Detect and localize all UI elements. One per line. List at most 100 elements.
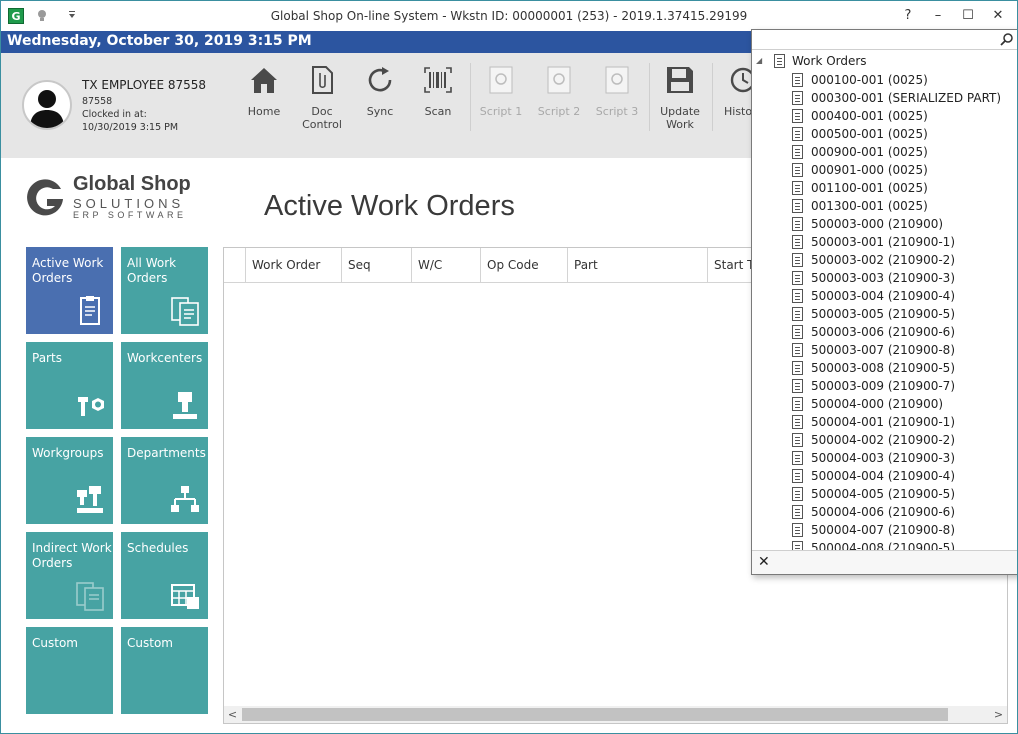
update-work-label: Update Work bbox=[660, 105, 700, 131]
tile-all-work-orders[interactable]: All Work Orders bbox=[121, 247, 208, 334]
tile-label: Custom bbox=[32, 636, 78, 650]
column-header-wc[interactable]: W/C bbox=[412, 248, 481, 283]
sync-icon bbox=[368, 67, 392, 92]
tree-item-label: 500004-003 (210900-3) bbox=[811, 451, 955, 465]
tile-custom-1[interactable]: Custom bbox=[26, 627, 113, 714]
tree-item-work-order[interactable]: 500004-000 (210900) bbox=[790, 395, 1017, 413]
tree-item-work-order[interactable]: 500003-008 (210900-5) bbox=[790, 359, 1017, 377]
tree-item-work-order[interactable]: 500004-006 (210900-6) bbox=[790, 503, 1017, 521]
row-selector-header bbox=[224, 248, 246, 283]
tree-item-work-order[interactable]: 500003-001 (210900-1) bbox=[790, 233, 1017, 251]
tree-item-label: 500003-007 (210900-8) bbox=[811, 343, 955, 357]
tree-item-label: 000400-001 (0025) bbox=[811, 109, 928, 123]
lookup-search-input[interactable] bbox=[754, 31, 994, 48]
tree-item-work-order[interactable]: 000500-001 (0025) bbox=[790, 125, 1017, 143]
script-1-button[interactable]: Script 1 bbox=[472, 63, 530, 153]
tree-item-work-order[interactable]: 500003-009 (210900-7) bbox=[790, 377, 1017, 395]
doc-control-button[interactable]: Doc Control bbox=[293, 63, 351, 153]
scan-button[interactable]: Scan bbox=[409, 63, 467, 153]
tree-item-work-order[interactable]: 000901-000 (0025) bbox=[790, 161, 1017, 179]
collapse-arrow-icon[interactable]: ◢ bbox=[756, 56, 762, 65]
document-icon bbox=[792, 127, 803, 141]
search-icon[interactable] bbox=[1000, 32, 1014, 46]
tree-item-work-order[interactable]: 500003-005 (210900-5) bbox=[790, 305, 1017, 323]
column-header-op-code[interactable]: Op Code bbox=[481, 248, 568, 283]
tree-item-work-order[interactable]: 500003-007 (210900-8) bbox=[790, 341, 1017, 359]
tree-item-work-order[interactable]: 500004-007 (210900-8) bbox=[790, 521, 1017, 539]
tree-root-work-orders[interactable]: ◢ Work Orders bbox=[756, 53, 1016, 71]
save-disk-icon bbox=[667, 67, 693, 93]
work-order-lookup-dropdown[interactable]: ◢ Work Orders 000100-001 (0025) 000300-00… bbox=[751, 29, 1017, 575]
tile-active-work-orders[interactable]: Active Work Orders bbox=[26, 247, 113, 334]
tile-workcenters[interactable]: Workcenters bbox=[121, 342, 208, 429]
tile-label: Custom bbox=[127, 636, 173, 650]
horizontal-scrollbar[interactable]: < > bbox=[224, 706, 1007, 723]
tile-workgroups[interactable]: Workgroups bbox=[26, 437, 113, 524]
document-icon bbox=[774, 54, 785, 68]
tree-item-label: 500004-000 (210900) bbox=[811, 397, 944, 411]
sync-label: Sync bbox=[366, 105, 394, 118]
employee-id: 87558 bbox=[82, 96, 113, 107]
script-2-label: Script 2 bbox=[537, 105, 581, 118]
tree-item-label: 500003-005 (210900-5) bbox=[811, 307, 955, 321]
tree-item-work-order[interactable]: 500004-002 (210900-2) bbox=[790, 431, 1017, 449]
minimize-button[interactable]: – bbox=[923, 1, 953, 31]
tree-item-work-order[interactable]: 500003-003 (210900-3) bbox=[790, 269, 1017, 287]
tile-label: Workgroups bbox=[32, 446, 104, 460]
tree-item-label: 500004-007 (210900-8) bbox=[811, 523, 955, 537]
tree-item-work-order[interactable]: 500003-000 (210900) bbox=[790, 215, 1017, 233]
document-icon bbox=[792, 163, 803, 177]
tree-item-label: 500003-009 (210900-7) bbox=[811, 379, 955, 393]
tree-item-work-order[interactable]: 500004-001 (210900-1) bbox=[790, 413, 1017, 431]
tree-item-label: 500004-005 (210900-5) bbox=[811, 487, 955, 501]
company-logo: Global Shop SOLUTIONS ERP SOFTWARE bbox=[23, 173, 203, 223]
tree-item-work-order[interactable]: 500004-004 (210900-4) bbox=[790, 467, 1017, 485]
tile-departments[interactable]: Departments bbox=[121, 437, 208, 524]
tree-item-work-order[interactable]: 500003-004 (210900-4) bbox=[790, 287, 1017, 305]
script-2-button[interactable]: Script 2 bbox=[530, 63, 588, 153]
page-title: Active Work Orders bbox=[264, 190, 515, 222]
global-shop-logo-icon bbox=[27, 179, 63, 216]
document-icon bbox=[792, 523, 803, 537]
tile-schedules[interactable]: Schedules bbox=[121, 532, 208, 619]
tree-item-work-order[interactable]: 000300-001 (SERIALIZED PART) bbox=[790, 89, 1017, 107]
tile-parts[interactable]: Parts bbox=[26, 342, 113, 429]
tree-item-work-order[interactable]: 001300-001 (0025) bbox=[790, 197, 1017, 215]
tree-item-work-order[interactable]: 000900-001 (0025) bbox=[790, 143, 1017, 161]
scan-label: Scan bbox=[424, 105, 452, 118]
tree-item-label: 500003-003 (210900-3) bbox=[811, 271, 955, 285]
help-button[interactable]: ? bbox=[893, 1, 923, 31]
update-work-button[interactable]: Update Work bbox=[651, 63, 709, 153]
tree-item-label: 001300-001 (0025) bbox=[811, 199, 928, 213]
maximize-button[interactable]: ☐ bbox=[953, 1, 983, 31]
close-button[interactable]: ✕ bbox=[983, 1, 1013, 31]
scroll-left-icon[interactable]: < bbox=[224, 706, 241, 723]
logo-tagline: ERP SOFTWARE bbox=[73, 210, 187, 220]
tree-item-work-order[interactable]: 500003-006 (210900-6) bbox=[790, 323, 1017, 341]
window-title: Global Shop On-line System - Wkstn ID: 0… bbox=[270, 9, 748, 23]
tree-item-work-order[interactable]: 500004-005 (210900-5) bbox=[790, 485, 1017, 503]
sync-button[interactable]: Sync bbox=[351, 63, 409, 153]
tree-item-work-order[interactable]: 001100-001 (0025) bbox=[790, 179, 1017, 197]
script-3-button[interactable]: Script 3 bbox=[588, 63, 646, 153]
column-header-seq[interactable]: Seq bbox=[342, 248, 412, 283]
tree-item-work-order[interactable]: 000400-001 (0025) bbox=[790, 107, 1017, 125]
tree-item-label: 500003-006 (210900-6) bbox=[811, 325, 955, 339]
column-header-work-order[interactable]: Work Order bbox=[246, 248, 342, 283]
document-icon bbox=[792, 469, 803, 483]
scroll-right-icon[interactable]: > bbox=[990, 706, 1007, 723]
tile-label: Workcenters bbox=[127, 351, 203, 365]
tile-indirect-work-orders[interactable]: Indirect Work Orders bbox=[26, 532, 113, 619]
tile-custom-2[interactable]: Custom bbox=[121, 627, 208, 714]
column-header-part[interactable]: Part bbox=[568, 248, 708, 283]
tree-item-work-order[interactable]: 500003-002 (210900-2) bbox=[790, 251, 1017, 269]
employee-name: TX EMPLOYEE 87558 bbox=[82, 78, 207, 92]
tree-item-work-order[interactable]: 500004-003 (210900-3) bbox=[790, 449, 1017, 467]
home-button[interactable]: Home bbox=[235, 63, 293, 153]
document-icon bbox=[792, 235, 803, 249]
scrollbar-thumb[interactable] bbox=[242, 708, 948, 721]
document-icon bbox=[792, 181, 803, 195]
tree-item-label: 000500-001 (0025) bbox=[811, 127, 928, 141]
tree-item-work-order[interactable]: 000100-001 (0025) bbox=[790, 71, 1017, 89]
close-lookup-button[interactable]: ✕ bbox=[758, 554, 770, 570]
